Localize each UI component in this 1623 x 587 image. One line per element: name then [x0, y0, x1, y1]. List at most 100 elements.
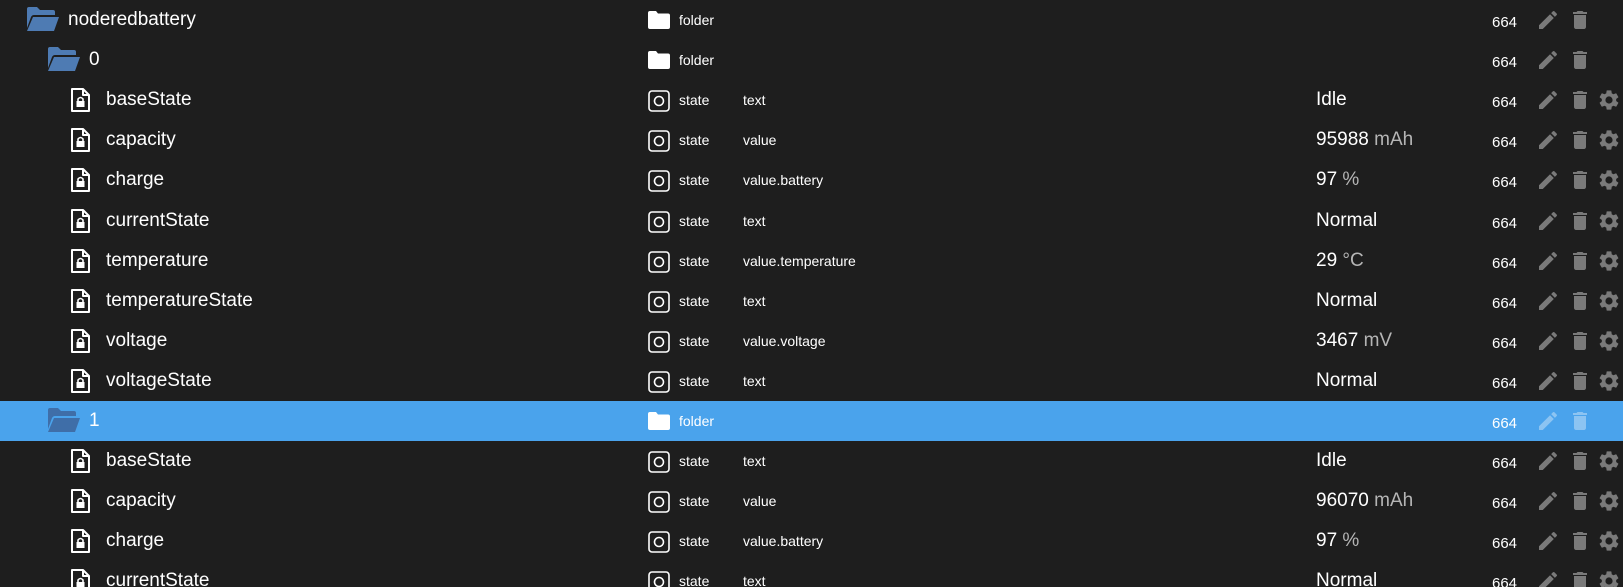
object-type: state [679, 533, 710, 549]
delete-icon[interactable] [1568, 88, 1592, 112]
folder-open-icon[interactable] [26, 6, 60, 32]
delete-icon[interactable] [1568, 289, 1592, 313]
state-value[interactable]: Normal [1316, 290, 1377, 312]
tree-state-row[interactable]: currentState state text Normal 664 [0, 561, 1623, 587]
object-role: text [743, 373, 766, 389]
folder-filled-icon [648, 51, 670, 69]
gear-icon[interactable] [1597, 569, 1621, 587]
delete-icon[interactable] [1568, 8, 1592, 32]
object-type: state [679, 493, 710, 509]
edit-icon[interactable] [1536, 529, 1560, 553]
delete-icon[interactable] [1568, 249, 1592, 273]
document-lock-icon [70, 168, 90, 192]
tree-state-row[interactable]: temperature state value.temperature 29 °C 66… [0, 241, 1623, 281]
delete-icon[interactable] [1568, 409, 1592, 433]
edit-icon[interactable] [1536, 168, 1560, 192]
edit-icon[interactable] [1536, 329, 1560, 353]
acl-value[interactable]: 664 [1492, 335, 1517, 352]
acl-value[interactable]: 664 [1492, 14, 1517, 31]
gear-icon[interactable] [1597, 88, 1621, 112]
gear-icon[interactable] [1597, 289, 1621, 313]
state-value[interactable]: Normal [1316, 570, 1377, 587]
acl-value[interactable]: 664 [1492, 495, 1517, 512]
acl-value[interactable]: 664 [1492, 215, 1517, 232]
edit-icon[interactable] [1536, 569, 1560, 587]
edit-icon[interactable] [1536, 409, 1560, 433]
gear-icon[interactable] [1597, 209, 1621, 233]
folder-open-icon[interactable] [47, 46, 81, 72]
state-value[interactable]: 3467 mV [1316, 330, 1392, 352]
state-value[interactable]: 95988 mAh [1316, 129, 1413, 151]
state-icon [648, 211, 670, 233]
edit-icon[interactable] [1536, 489, 1560, 513]
delete-icon[interactable] [1568, 449, 1592, 473]
acl-value[interactable]: 664 [1492, 255, 1517, 272]
acl-value[interactable]: 664 [1492, 375, 1517, 392]
acl-value[interactable]: 664 [1492, 295, 1517, 312]
state-value-number: 95988 [1316, 129, 1369, 150]
state-value[interactable]: Idle [1316, 450, 1347, 472]
state-value[interactable]: 97 % [1316, 169, 1359, 191]
tree-state-row[interactable]: currentState state text Normal 664 [0, 201, 1623, 241]
gear-icon[interactable] [1597, 489, 1621, 513]
folder-open-icon[interactable] [47, 407, 81, 433]
acl-value[interactable]: 664 [1492, 174, 1517, 191]
tree-folder-row[interactable]: noderedbattery folder 664 [0, 0, 1623, 40]
tree-state-row[interactable]: baseState state text Idle 664 [0, 441, 1623, 481]
state-value-number: 96070 [1316, 490, 1369, 511]
tree-state-row[interactable]: temperatureState state text Normal 664 [0, 281, 1623, 321]
delete-icon[interactable] [1568, 529, 1592, 553]
state-value[interactable]: 97 % [1316, 530, 1359, 552]
state-value[interactable]: Normal [1316, 370, 1377, 392]
acl-value[interactable]: 664 [1492, 54, 1517, 71]
tree-state-row[interactable]: voltageState state text Normal 664 [0, 361, 1623, 401]
acl-value[interactable]: 664 [1492, 94, 1517, 111]
delete-icon[interactable] [1568, 489, 1592, 513]
gear-icon[interactable] [1597, 249, 1621, 273]
edit-icon[interactable] [1536, 128, 1560, 152]
edit-icon[interactable] [1536, 88, 1560, 112]
state-value[interactable]: Idle [1316, 89, 1347, 111]
tree-state-row[interactable]: capacity state value 96070 mAh 664 [0, 481, 1623, 521]
object-name: capacity [106, 490, 176, 511]
delete-icon[interactable] [1568, 168, 1592, 192]
state-value[interactable]: 29 °C [1316, 250, 1364, 272]
gear-icon[interactable] [1597, 329, 1621, 353]
delete-icon[interactable] [1568, 569, 1592, 587]
delete-icon[interactable] [1568, 369, 1592, 393]
delete-icon[interactable] [1568, 128, 1592, 152]
edit-icon[interactable] [1536, 369, 1560, 393]
tree-folder-row[interactable]: 0 folder 664 [0, 40, 1623, 80]
tree-state-row[interactable]: voltage state value.voltage 3467 mV 664 [0, 321, 1623, 361]
tree-state-row[interactable]: capacity state value 95988 mAh 664 [0, 120, 1623, 160]
edit-icon[interactable] [1536, 289, 1560, 313]
edit-icon[interactable] [1536, 449, 1560, 473]
gear-icon[interactable] [1597, 369, 1621, 393]
acl-value[interactable]: 664 [1492, 415, 1517, 432]
delete-icon[interactable] [1568, 209, 1592, 233]
document-lock-icon [70, 88, 90, 112]
delete-icon[interactable] [1568, 329, 1592, 353]
document-lock-icon [70, 249, 90, 273]
gear-icon[interactable] [1597, 168, 1621, 192]
tree-folder-row[interactable]: 1 folder 664 [0, 401, 1623, 441]
gear-icon[interactable] [1597, 128, 1621, 152]
acl-value[interactable]: 664 [1492, 455, 1517, 472]
edit-icon[interactable] [1536, 249, 1560, 273]
tree-state-row[interactable]: charge state value.battery 97 % 664 [0, 160, 1623, 200]
tree-state-row[interactable]: charge state value.battery 97 % 664 [0, 521, 1623, 561]
gear-icon[interactable] [1597, 449, 1621, 473]
object-role: value.battery [743, 533, 824, 549]
acl-value[interactable]: 664 [1492, 575, 1517, 587]
tree-state-row[interactable]: baseState state text Idle 664 [0, 80, 1623, 120]
edit-icon[interactable] [1536, 209, 1560, 233]
acl-value[interactable]: 664 [1492, 535, 1517, 552]
acl-value[interactable]: 664 [1492, 134, 1517, 151]
object-name: capacity [106, 129, 176, 150]
state-value[interactable]: Normal [1316, 210, 1377, 232]
gear-icon[interactable] [1597, 529, 1621, 553]
delete-icon[interactable] [1568, 48, 1592, 72]
edit-icon[interactable] [1536, 48, 1560, 72]
edit-icon[interactable] [1536, 8, 1560, 32]
state-value[interactable]: 96070 mAh [1316, 490, 1413, 512]
